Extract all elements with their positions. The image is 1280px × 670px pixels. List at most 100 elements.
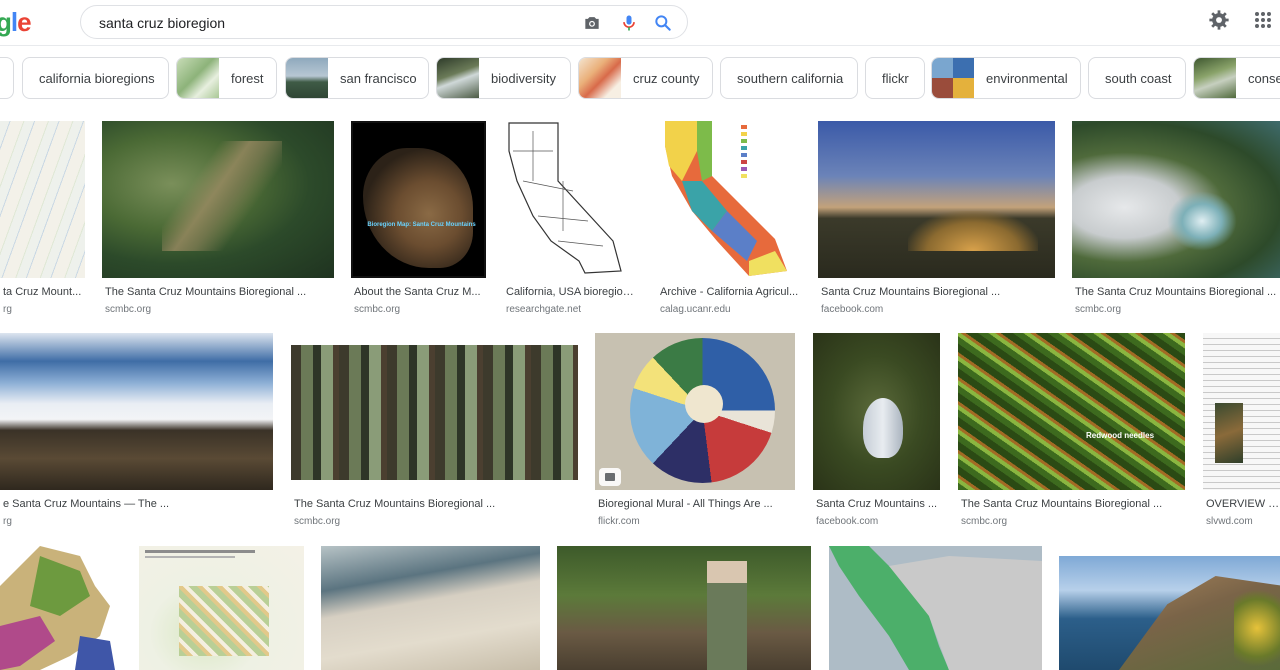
chip-conservation[interactable]: conse [1193,57,1280,99]
result-source: scmbc.org [294,516,341,527]
result-source: flickr.com [598,516,640,527]
camera-icon[interactable] [582,13,602,33]
chip-thumbnail [437,58,479,98]
image-overlay-caption: Redwood needles [1086,431,1155,440]
result-image [1059,556,1280,670]
image-result[interactable]: Archive - California Agricul... calag.uc… [657,121,801,321]
result-title: The Santa Cruz Mountains Bioregional ... [294,498,496,510]
chip-label: southern california [737,70,844,86]
result-image [139,546,304,670]
chip-environmental[interactable]: environmental [931,57,1081,99]
chip-thumbnail [579,58,621,98]
image-result[interactable]: California, USA bioregion... researchgat… [503,121,640,321]
image-result[interactable]: Santa Cruz Mountains ... facebook.com [813,333,940,533]
search-icon[interactable] [653,13,673,33]
chip-label: forest [231,70,264,86]
result-source: scmbc.org [961,516,1008,527]
result-source: scmbc.org [1075,304,1122,315]
result-image [291,345,578,480]
image-result[interactable]: Bioregion Map: Santa Cruz Mountains Abou… [351,121,486,321]
chip-label: conse [1248,70,1280,86]
google-logo[interactable]: ​gle [0,7,44,38]
result-title: Bioregional Mural - All Things Are ... [598,498,773,510]
chip-flickr[interactable]: flickr [865,57,925,99]
chip-thumbnail [1194,58,1236,98]
image-result[interactable] [557,546,811,670]
chip-forest[interactable]: forest [176,57,277,99]
microphone-icon[interactable] [619,13,639,33]
gallery-badge-icon [599,468,621,486]
result-image [657,121,801,278]
image-result[interactable]: The Santa Cruz Mountains Bioregional ...… [102,121,334,321]
gear-icon[interactable] [1208,9,1230,31]
result-title: The Santa Cruz Mountains Bioregional ... [105,286,307,298]
image-result[interactable] [829,546,1042,670]
chip-label: cruz county [633,70,700,86]
image-result[interactable] [1059,546,1280,670]
image-result[interactable] [321,546,540,670]
chip-label: environmental [986,70,1068,86]
chip-biodiversity[interactable]: biodiversity [436,57,571,99]
chip-san-francisco[interactable]: san francisco [285,57,429,99]
image-result[interactable]: e Santa Cruz Mountains — The ... rg [0,333,273,533]
chip-thumbnail [177,58,219,98]
result-source: calag.ucanr.edu [660,304,731,315]
image-result[interactable] [139,546,304,670]
image-result[interactable]: The Santa Cruz Mountains Bioregional ...… [1072,121,1280,321]
result-title: Archive - California Agricul... [660,286,799,298]
result-image [1203,333,1280,490]
chip-previous[interactable] [0,57,14,99]
chip-label: flickr [882,70,909,86]
chip-label: biodiversity [491,70,557,86]
result-title: Santa Cruz Mountains Bioregional ... [821,286,1001,298]
result-image [595,333,795,490]
result-title: e Santa Cruz Mountains — The ... [3,498,170,510]
chip-california-bioregions[interactable]: california bioregions [22,57,169,99]
regions-map-thumbnail [0,546,115,670]
result-image [1072,121,1280,278]
result-image: Redwood needles [958,333,1185,490]
result-image [102,121,334,278]
top-bar: ​gle [0,0,1280,46]
result-source: scmbc.org [354,304,401,315]
result-image [0,121,85,278]
chip-cruz-county[interactable]: cruz county [578,57,713,99]
result-source: facebook.com [821,304,884,315]
chip-label: south coast [1105,70,1172,86]
result-image [829,546,1042,670]
result-title: OVERVIEW OF B [1206,498,1280,510]
result-title: ta Cruz Mount... [3,286,82,298]
result-source: rg [3,516,12,527]
result-image [503,121,640,278]
chip-south-coast[interactable]: south coast [1088,57,1186,99]
apps-grid-icon[interactable] [1254,11,1272,29]
chip-thumbnail [286,58,328,98]
result-source: facebook.com [816,516,879,527]
result-image: Bioregion Map: Santa Cruz Mountains [351,121,486,278]
result-image [321,546,540,670]
image-result[interactable]: Santa Cruz Mountains Bioregional ... fac… [818,121,1055,321]
chip-label: california bioregions [39,70,155,86]
coastal-region-map [829,546,1042,670]
result-image [0,546,122,670]
image-result[interactable]: ta Cruz Mount... rg [0,121,85,321]
california-outline-map [508,122,622,274]
result-image [813,333,940,490]
result-source: slvwd.com [1206,516,1253,527]
result-title: The Santa Cruz Mountains Bioregional ... [961,498,1163,510]
search-input[interactable] [99,13,559,33]
result-source: scmbc.org [105,304,152,315]
result-title: California, USA bioregion... [506,286,638,298]
image-result[interactable] [0,546,122,670]
image-result[interactable]: OVERVIEW OF B slvwd.com [1203,333,1280,533]
california-regions-map [665,121,787,276]
chip-southern-california[interactable]: southern california [720,57,858,99]
image-result[interactable]: Bioregional Mural - All Things Are ... f… [595,333,795,533]
result-title: About the Santa Cruz M... [354,286,481,298]
result-source: researchgate.net [506,304,582,315]
result-image [0,333,273,490]
chip-label: san francisco [340,70,417,86]
image-result[interactable]: The Santa Cruz Mountains Bioregional ...… [291,333,578,533]
search-box [80,5,688,39]
image-result[interactable]: Redwood needles The Santa Cruz Mountains… [958,333,1185,533]
